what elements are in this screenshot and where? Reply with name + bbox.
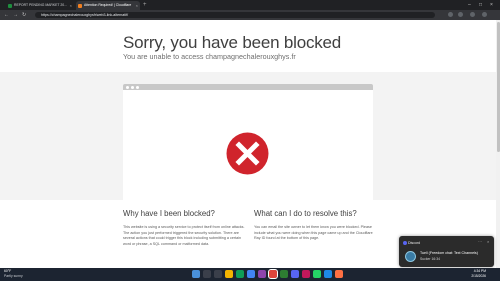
close-icon[interactable]: ×: [487, 239, 489, 244]
notification-title: Tuell (Freedom chat: Text Channels): [420, 251, 478, 255]
page-content: Sorry, you have been blocked You are una…: [0, 20, 500, 268]
more-icon[interactable]: ···: [478, 239, 482, 244]
menu-icon[interactable]: [482, 12, 487, 17]
dot-icon: [126, 85, 129, 89]
bookmark-icon[interactable]: [470, 12, 475, 17]
close-icon[interactable]: ×: [70, 1, 72, 10]
discord-taskbar-icon[interactable]: [291, 270, 299, 278]
close-icon[interactable]: ×: [136, 1, 138, 10]
cloudflare-icon: [78, 3, 82, 8]
profile-icon[interactable]: [458, 12, 463, 17]
app-icon[interactable]: [258, 270, 266, 278]
store-icon[interactable]: [236, 270, 244, 278]
notification-app: Discord: [408, 241, 421, 245]
new-tab-button[interactable]: +: [143, 1, 147, 10]
tab-attention-required[interactable]: Attention Required! | Cloudflare ×: [76, 1, 140, 10]
app-icon[interactable]: [335, 270, 343, 278]
search-icon[interactable]: [203, 270, 211, 278]
chrome-icon[interactable]: [268, 269, 278, 279]
address-bar[interactable]: https://champagnechalerouxghysfr/web3-li…: [35, 12, 435, 18]
tab-strip: REPORT PENDING MARKET 20... × Attention …: [0, 0, 500, 10]
close-window-icon[interactable]: ×: [490, 0, 493, 10]
browser-icon[interactable]: [247, 270, 255, 278]
tab-report[interactable]: REPORT PENDING MARKET 20... ×: [6, 1, 74, 10]
browser-illustration-body: [123, 90, 373, 200]
app-icon[interactable]: [280, 270, 288, 278]
weather-widget[interactable]: 60°F Partly sunny: [4, 269, 23, 278]
why-text: This website is using a security service…: [123, 225, 245, 246]
file-explorer-icon[interactable]: [225, 270, 233, 278]
dot-icon: [136, 85, 139, 89]
blocked-icon: [226, 132, 269, 175]
page-subtitle: You are unable to access champagnechaler…: [123, 52, 296, 61]
why-heading: Why have I been blocked?: [123, 209, 215, 218]
spreadsheet-icon: [8, 3, 12, 8]
avatar: [405, 251, 416, 262]
clock-date: 2/15/2026: [471, 273, 486, 278]
whatsapp-icon[interactable]: [313, 270, 321, 278]
start-icon[interactable]: [192, 270, 200, 278]
app-icon[interactable]: [302, 270, 310, 278]
weather-desc: Partly sunny: [4, 273, 23, 278]
notification-body: Sucker 16:34: [420, 257, 440, 261]
resolve-text: You can email the site owner to let them…: [254, 225, 373, 241]
tab-label: REPORT PENDING MARKET 20...: [14, 3, 67, 7]
dot-icon: [131, 85, 134, 89]
page-title: Sorry, you have been blocked: [123, 33, 342, 52]
extension-icon[interactable]: [448, 12, 453, 17]
system-clock[interactable]: 4:34 PM 2/15/2026: [462, 269, 486, 278]
scrollbar-thumb[interactable]: [496, 22, 500, 152]
notification-toast[interactable]: Discord ··· × Tuell (Freedom chat: Text …: [399, 236, 494, 267]
reload-icon[interactable]: ↻: [22, 11, 26, 19]
browser-toolbar: ← → ↻ https://champagnechalerouxghysfr/w…: [0, 10, 500, 20]
maximize-icon[interactable]: □: [479, 0, 482, 10]
resolve-heading: What can I do to resolve this?: [254, 209, 357, 218]
tab-label: Attention Required! | Cloudflare: [84, 3, 132, 7]
back-icon[interactable]: ←: [4, 11, 9, 19]
app-icon[interactable]: [324, 270, 332, 278]
minimize-icon[interactable]: –: [468, 0, 471, 10]
task-view-icon[interactable]: [214, 270, 222, 278]
forward-icon[interactable]: →: [13, 11, 18, 19]
discord-icon: [403, 241, 407, 245]
